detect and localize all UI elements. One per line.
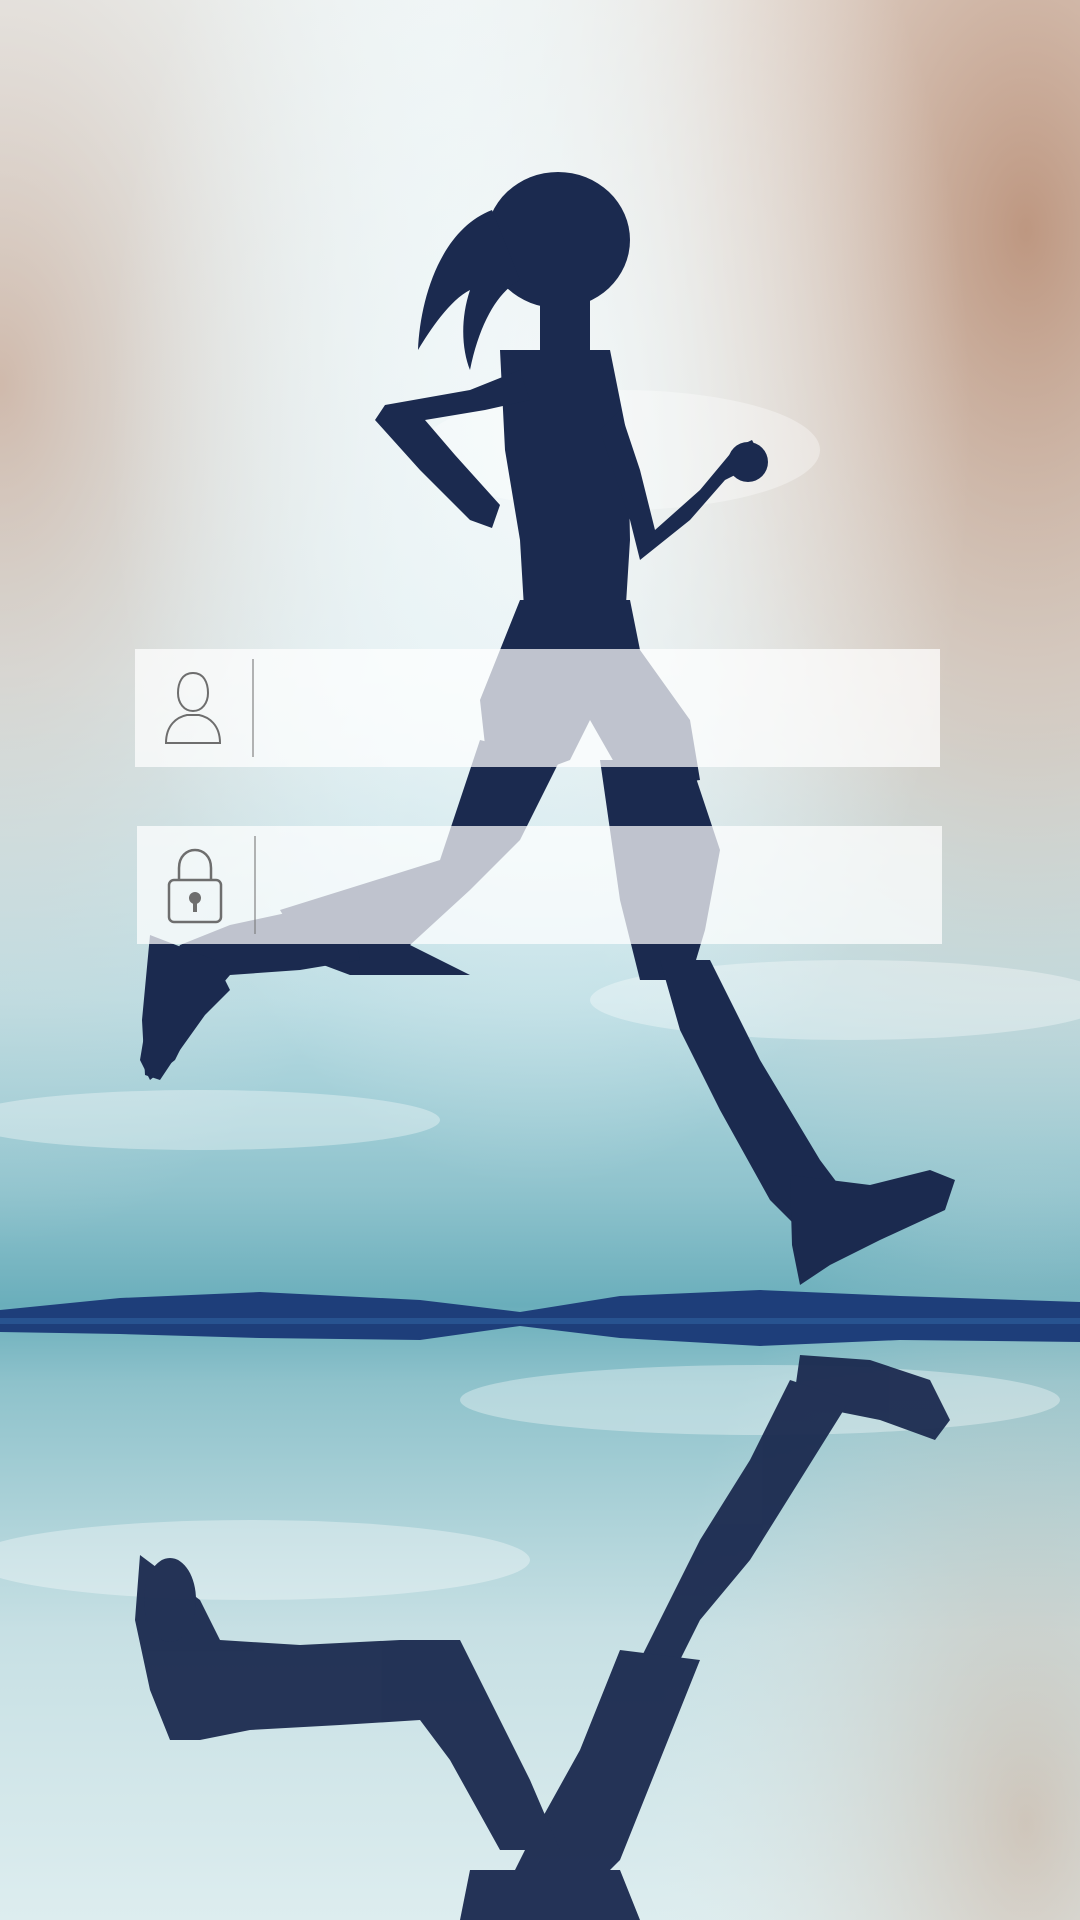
field-divider [252,659,254,757]
password-field[interactable] [137,826,942,944]
password-input[interactable] [267,826,927,944]
username-field[interactable] [135,649,940,767]
user-icon [163,667,223,749]
lock-icon [165,844,225,926]
field-divider [254,836,256,934]
username-input[interactable] [265,649,925,767]
background-image [0,0,1080,1920]
login-screen [0,0,1080,1920]
